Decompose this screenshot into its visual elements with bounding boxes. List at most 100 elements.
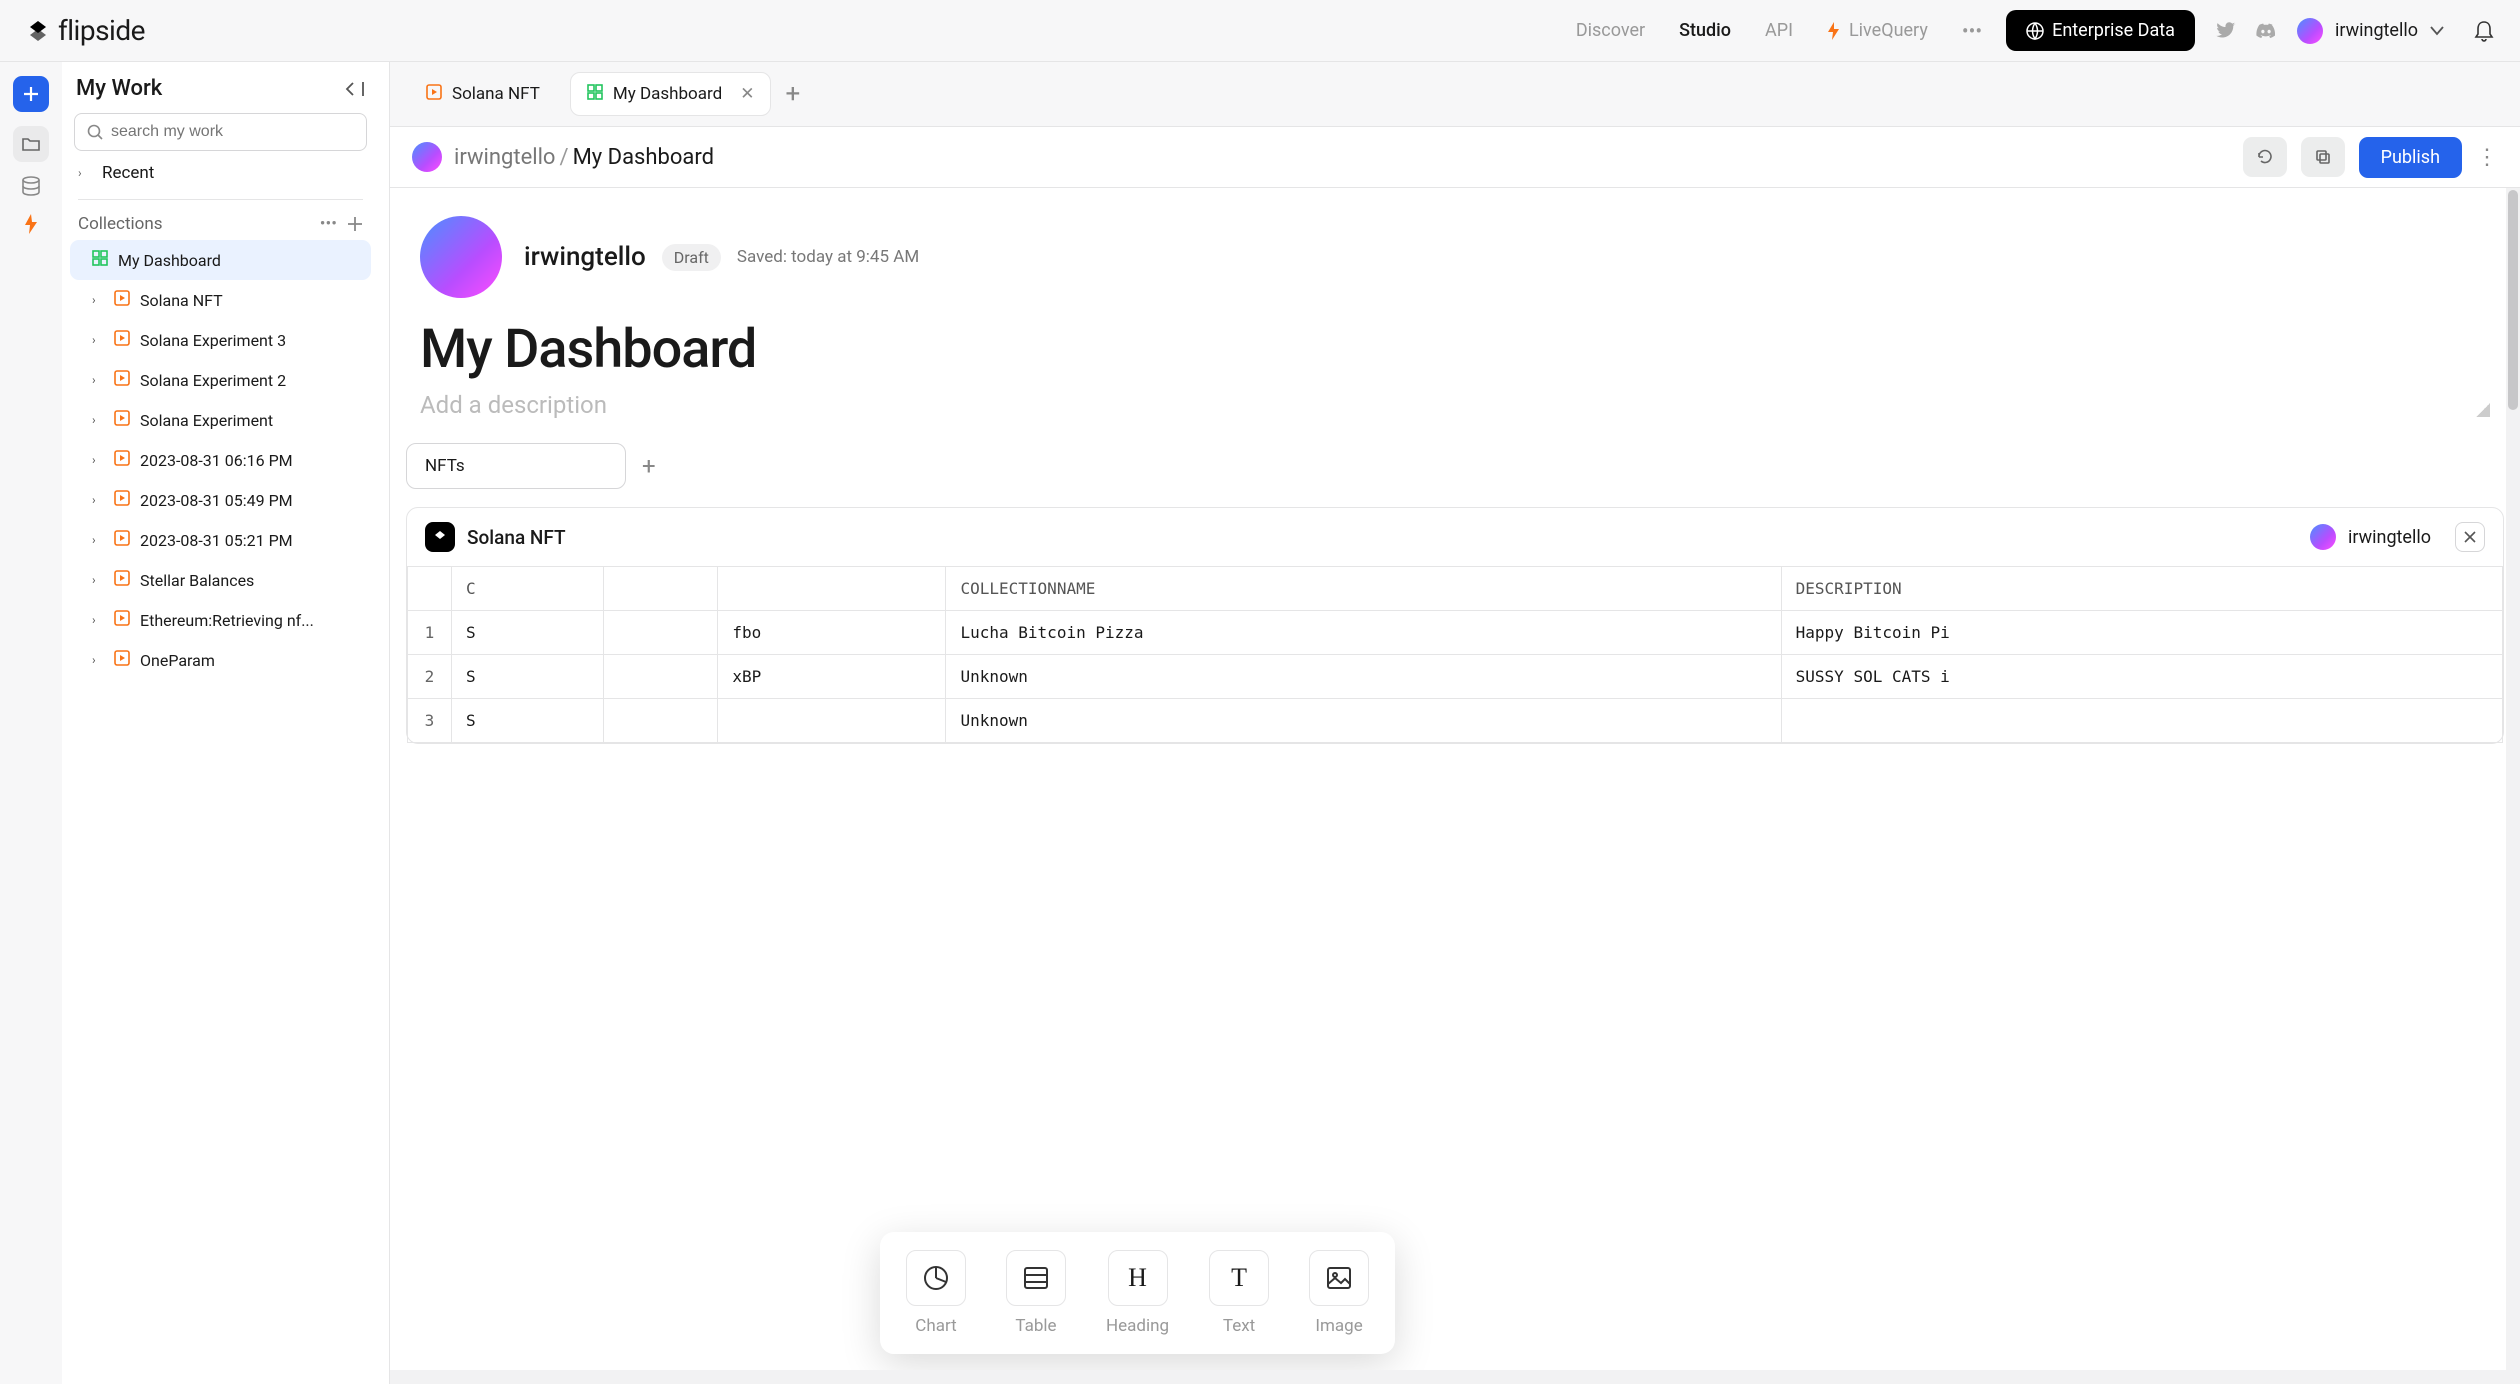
table-cell: S [452, 699, 604, 743]
tree-item[interactable]: ›Solana Experiment [70, 400, 371, 440]
new-button[interactable] [13, 76, 49, 112]
tree-item-label: OneParam [140, 651, 215, 670]
chevron-right-icon: › [92, 453, 104, 467]
more-actions-button[interactable]: ⋮ [2476, 145, 2498, 170]
brand-logo[interactable]: flipside [26, 14, 145, 47]
dashboard-owner-avatar [420, 216, 502, 298]
refresh-button[interactable] [2243, 137, 2287, 177]
tree-item[interactable]: › 2023-08-31 05:21 PM [70, 520, 371, 560]
dashboard-owner: irwingtello [524, 242, 646, 272]
insert-image-button[interactable]: Image [1309, 1250, 1369, 1336]
query-icon [114, 410, 130, 430]
tree-item[interactable]: ›Solana Experiment 3 [70, 320, 371, 360]
tree-item[interactable]: ›2023-08-31 05:49 PM [70, 480, 371, 520]
widget-source-icon [425, 522, 455, 552]
add-dashboard-tab-button[interactable]: + [642, 452, 656, 480]
search-box[interactable] [74, 113, 367, 151]
tree-item-label: Solana Experiment 3 [140, 331, 286, 350]
tree-item[interactable]: ›OneParam [70, 640, 371, 680]
table-cell [604, 655, 718, 699]
table-row[interactable]: 2SxBPUnknownSUSSY SOL CATS i [408, 655, 2503, 699]
table-cell [718, 699, 946, 743]
nav-more[interactable]: ••• [1962, 19, 1982, 43]
tree-item-label: Solana Experiment 2 [140, 371, 286, 390]
insert-chart-button[interactable]: Chart [906, 1250, 966, 1336]
divider [78, 199, 363, 200]
collapse-sidebar-icon[interactable] [345, 81, 365, 97]
chevron-right-icon: › [92, 573, 104, 587]
database-button[interactable] [21, 176, 41, 200]
refresh-icon [2256, 148, 2274, 166]
sidebar: My Work › Recent Collections ••• My Dash… [62, 62, 390, 1384]
tree-item[interactable]: My Dashboard [70, 240, 371, 280]
table-cell: Happy Bitcoin Pi [1781, 611, 2502, 655]
chevron-right-icon: › [92, 413, 104, 427]
tree-item-label: 2023-08-31 06:16 PM [140, 451, 293, 470]
breadcrumb-owner[interactable]: irwingtello [454, 145, 555, 170]
table-cell: Unknown [946, 655, 1781, 699]
tree-item[interactable]: › 2023-08-31 06:16 PM [70, 440, 371, 480]
tree-item[interactable]: ›Ethereum:Retrieving nf... [70, 600, 371, 640]
table-cell: S [452, 655, 604, 699]
scrollbar-horizontal[interactable] [390, 1370, 2506, 1384]
table-cell: 3 [408, 699, 452, 743]
dashboard-tab-nfts[interactable]: NFTs [406, 443, 626, 489]
table-cell: S [452, 611, 604, 655]
data-table: C COLLECTIONNAMEDESCRIPTION 1SfboLucha Bi… [407, 566, 2503, 743]
nav-api[interactable]: API [1765, 20, 1793, 41]
image-icon [1325, 1264, 1353, 1292]
enterprise-data-button[interactable]: Enterprise Data [2006, 10, 2195, 51]
resize-handle-icon[interactable] [2476, 403, 2490, 417]
bell-icon[interactable] [2474, 20, 2494, 42]
insert-table-button[interactable]: Table [1006, 1250, 1066, 1336]
files-button[interactable] [13, 126, 49, 162]
widget-close-button[interactable] [2455, 522, 2485, 552]
table-header: COLLECTIONNAME [946, 567, 1781, 611]
tree-item-label: Ethereum:Retrieving nf... [140, 611, 314, 630]
nav-livequery[interactable]: LiveQuery [1827, 20, 1928, 41]
sidebar-recent[interactable]: › Recent [70, 151, 371, 195]
dashboard-title[interactable]: My Dashboard [390, 306, 2520, 385]
widget-title: Solana NFT [467, 526, 566, 549]
nav-studio[interactable]: Studio [1679, 20, 1731, 41]
insert-heading-button[interactable]: H Heading [1106, 1250, 1169, 1336]
publish-button[interactable]: Publish [2359, 137, 2462, 178]
scrollbar-vertical[interactable] [2506, 188, 2520, 1384]
user-menu[interactable]: irwingtello [2297, 18, 2444, 44]
discord-icon[interactable] [2255, 20, 2277, 42]
twitter-icon[interactable] [2215, 20, 2237, 42]
tree-item[interactable]: ›Solana NFT [70, 280, 371, 320]
tree-item-label: 2023-08-31 05:21 PM [140, 531, 293, 550]
add-tab-button[interactable]: + [785, 79, 800, 109]
add-collection-icon[interactable] [347, 216, 363, 232]
insert-text-button[interactable]: T Text [1209, 1250, 1269, 1336]
nav-discover[interactable]: Discover [1576, 20, 1645, 41]
dashboard-description[interactable]: Add a description [390, 385, 2520, 425]
livequery-rail-button[interactable] [24, 214, 38, 238]
main-area: Solana NFTMy Dashboard✕ + irwingtello / … [390, 62, 2520, 1384]
file-tab[interactable]: My Dashboard✕ [570, 72, 772, 116]
table-cell: Unknown [946, 699, 1781, 743]
table-header [718, 567, 946, 611]
user-name: irwingtello [2335, 20, 2418, 41]
table-header: C [452, 567, 604, 611]
table-cell: Lucha Bitcoin Pizza [946, 611, 1781, 655]
copy-button[interactable] [2301, 137, 2345, 177]
tab-icon [426, 84, 442, 105]
table-header: DESCRIPTION [1781, 567, 2502, 611]
bolt-icon [1827, 22, 1841, 40]
collections-more[interactable]: ••• [320, 214, 337, 234]
plus-icon [23, 86, 39, 102]
tree-item[interactable]: ›Stellar Balances [70, 560, 371, 600]
file-tab[interactable]: Solana NFT [410, 72, 556, 116]
tree-item[interactable]: ›Solana Experiment 2 [70, 360, 371, 400]
collections-label: Collections [78, 214, 163, 234]
table-row[interactable]: 3S Unknown [408, 699, 2503, 743]
search-input[interactable] [111, 123, 354, 141]
tree-item-label: Solana NFT [140, 291, 223, 310]
chevron-right-icon: › [92, 533, 104, 547]
tree-item-label: My Dashboard [118, 251, 221, 270]
table-row[interactable]: 1SfboLucha Bitcoin PizzaHappy Bitcoin Pi [408, 611, 2503, 655]
table-cell [604, 699, 718, 743]
tab-close-button[interactable]: ✕ [740, 84, 754, 104]
